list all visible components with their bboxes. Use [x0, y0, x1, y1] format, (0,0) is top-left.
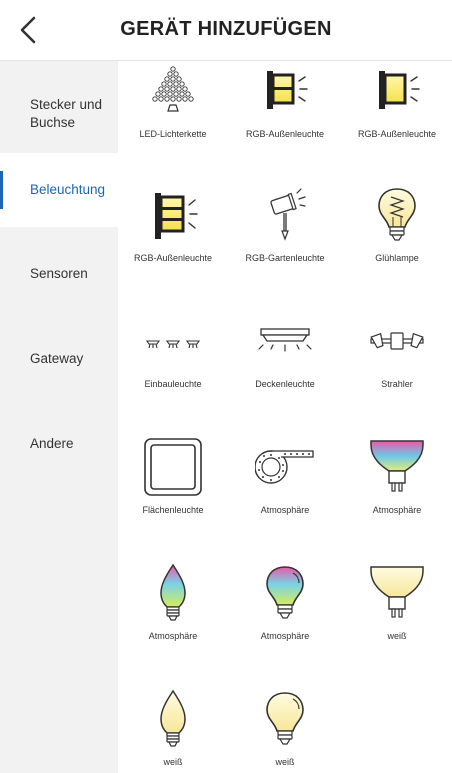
- header-bar: GERÄT HINZUFÜGEN: [0, 0, 452, 61]
- device-tile-weiss[interactable]: weiß: [342, 557, 452, 677]
- device-label: RGB-Außenleuchte: [133, 253, 213, 263]
- white-candle-bulb-icon: [160, 689, 186, 747]
- device-tile-rgb-aussenleuchte[interactable]: RGB-Außenleuchte: [342, 61, 452, 173]
- sidebar-item-gateway[interactable]: Gateway: [0, 322, 118, 396]
- category-sidebar: Stecker und Buchse Beleuchtung Sensoren …: [0, 61, 118, 773]
- device-tile-gluehlampe[interactable]: Glühlampe: [342, 179, 452, 299]
- sidebar-item-label: Stecker und Buchse: [30, 97, 103, 130]
- device-label: RGB-Außenleuchte: [357, 129, 437, 139]
- device-tile-deckenleuchte[interactable]: Deckenleuchte: [230, 305, 340, 425]
- white-bulb-icon: [266, 692, 304, 745]
- garden-spotlight-icon: [270, 188, 306, 241]
- sidebar-item-andere[interactable]: Andere: [0, 407, 118, 481]
- sidebar-item-sensoren[interactable]: Sensoren: [0, 237, 118, 311]
- device-label: RGB-Außenleuchte: [245, 129, 325, 139]
- device-tile-strahler[interactable]: Strahler: [342, 305, 452, 425]
- device-label: weiß: [275, 757, 295, 767]
- ceiling-light-icon: [258, 328, 312, 352]
- white-spot-bulb-icon: [370, 566, 424, 618]
- device-label: Atmosphäre: [148, 631, 198, 641]
- device-tile-weiss[interactable]: weiß: [118, 683, 228, 773]
- rgb-bulb-icon: [266, 566, 304, 619]
- device-tile-einbauleuchte[interactable]: Einbauleuchte: [118, 305, 228, 425]
- device-tile-atmosphaere[interactable]: Atmosphäre: [118, 557, 228, 677]
- device-tile-rgb-aussenleuchte[interactable]: RGB-Außenleuchte: [118, 179, 228, 299]
- device-label: Deckenleuchte: [255, 379, 315, 389]
- filament-bulb-icon: [378, 188, 416, 241]
- device-tile-atmosphaere[interactable]: Atmosphäre: [230, 557, 340, 677]
- device-label: Einbauleuchte: [144, 379, 202, 389]
- device-label: Strahler: [381, 379, 413, 389]
- device-label: Atmosphäre: [260, 505, 310, 515]
- device-tile-atmosphaere[interactable]: Atmosphäre: [230, 431, 340, 551]
- device-label: weiß: [163, 757, 183, 767]
- device-tile-atmosphaere[interactable]: Atmosphäre: [342, 431, 452, 551]
- device-tile-rgb-gartenleuchte[interactable]: RGB-Gartenleuchte: [230, 179, 340, 299]
- outdoor-light-icon: [379, 71, 420, 109]
- device-label: RGB-Gartenleuchte: [245, 253, 325, 263]
- device-label: Flächenleuchte: [142, 505, 204, 515]
- sidebar-item-label: Sensoren: [30, 266, 88, 281]
- device-tile-flaechenleuchte[interactable]: Flächenleuchte: [118, 431, 228, 551]
- led-string-lights-icon: [152, 66, 194, 112]
- sidebar-item-stecker-und-buchse[interactable]: Stecker und Buchse: [0, 77, 118, 151]
- device-label: weiß: [387, 631, 407, 641]
- recessed-light-icon: [145, 340, 201, 349]
- device-label: LED-Lichterkette: [139, 129, 207, 139]
- light-strip-icon: [255, 450, 314, 484]
- device-label: Glühlampe: [375, 253, 419, 263]
- device-tile-led-lichterkette[interactable]: LED-Lichterkette: [118, 61, 228, 173]
- rgb-candle-bulb-icon: [160, 563, 186, 621]
- sidebar-item-label: Beleuchtung: [30, 182, 106, 197]
- sidebar-item-label: Andere: [30, 436, 74, 451]
- sidebar-item-beleuchtung[interactable]: Beleuchtung: [0, 153, 118, 227]
- device-grid: LED-Lichterkette RGB-Außenleuchte RGB-Au…: [118, 61, 452, 773]
- outdoor-light-icon: [267, 71, 308, 109]
- device-label: Atmosphäre: [260, 631, 310, 641]
- outdoor-light-icon: [155, 193, 198, 239]
- device-tile-weiss[interactable]: weiß: [230, 683, 340, 773]
- device-tile-rgb-aussenleuchte[interactable]: RGB-Außenleuchte: [230, 61, 340, 173]
- sidebar-item-label: Gateway: [30, 351, 84, 366]
- page-title: GERÄT HINZUFÜGEN: [120, 18, 332, 40]
- spotlight-bar-icon: [370, 332, 424, 350]
- device-label: Atmosphäre: [372, 505, 422, 515]
- panel-light-icon: [144, 438, 202, 496]
- rgb-spot-bulb-icon: [370, 440, 424, 492]
